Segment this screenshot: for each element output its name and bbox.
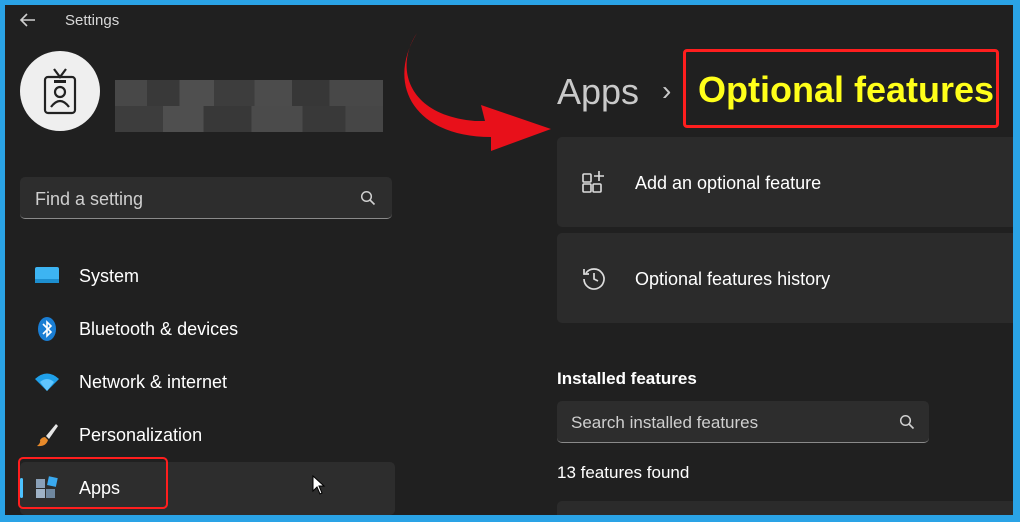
sidebar-item-network[interactable]: Network & internet	[20, 356, 395, 409]
card-label: Add an optional feature	[635, 173, 822, 193]
sidebar-item-system[interactable]: System	[20, 250, 395, 303]
wifi-icon	[35, 373, 59, 391]
blurred-user-name	[115, 80, 383, 132]
sidebar-item-label: Bluetooth & devices	[79, 319, 239, 339]
search-placeholder: Search installed features	[571, 413, 759, 432]
search-icon	[899, 414, 915, 430]
history-icon	[583, 268, 605, 290]
card-label: Optional features history	[635, 269, 831, 289]
feature-list-item[interactable]	[557, 501, 1013, 515]
add-feature-icon	[582, 171, 604, 193]
settings-search-input[interactable]: Find a setting	[20, 177, 392, 219]
sidebar-item-bluetooth[interactable]: Bluetooth & devices	[20, 303, 395, 356]
search-icon	[360, 190, 376, 206]
app-title: Settings	[65, 12, 120, 29]
features-count: 13 features found	[557, 463, 690, 482]
settings-window: Settings Find a setting System Bluetooth…	[5, 5, 1013, 515]
sidebar-item-label: Personalization	[79, 425, 203, 445]
installed-features-heading: Installed features	[557, 369, 697, 388]
annotation-highlight-title	[683, 49, 999, 128]
id-badge-icon	[43, 68, 77, 115]
arrow-left-icon	[19, 13, 35, 27]
annotation-arrow-icon	[404, 33, 551, 151]
bluetooth-icon	[38, 317, 56, 341]
mouse-cursor-icon	[312, 475, 326, 495]
search-placeholder: Find a setting	[35, 189, 144, 209]
add-optional-feature-card[interactable]: Add an optional feature	[557, 137, 1013, 227]
sidebar-item-personalization[interactable]: Personalization	[20, 409, 395, 462]
breadcrumb-parent[interactable]: Apps	[557, 71, 639, 113]
monitor-icon	[35, 267, 59, 283]
breadcrumb-chevron-icon: ›	[662, 75, 672, 106]
paintbrush-icon	[37, 424, 58, 447]
annotation-highlight-apps	[18, 457, 168, 509]
installed-features-search-input[interactable]: Search installed features	[557, 401, 929, 443]
optional-features-history-card[interactable]: Optional features history	[557, 233, 1013, 323]
sidebar-item-label: Network & internet	[79, 372, 228, 392]
sidebar-item-label: System	[79, 266, 140, 286]
back-button[interactable]	[19, 11, 41, 31]
avatar[interactable]	[20, 51, 100, 131]
